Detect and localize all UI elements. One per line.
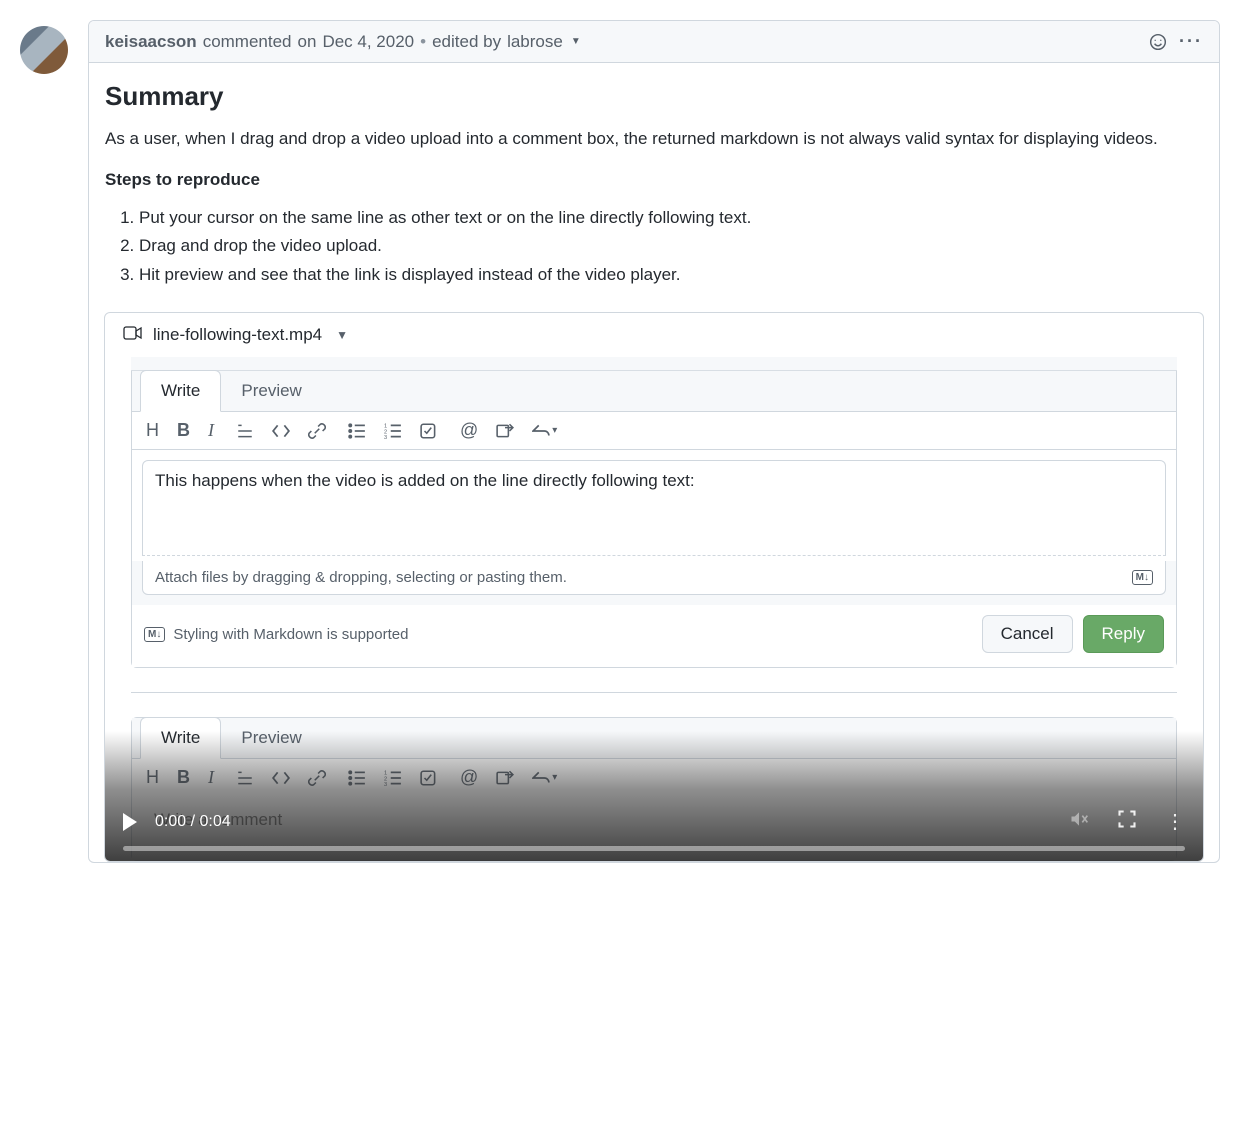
mute-icon[interactable]: [1069, 809, 1089, 834]
markdown-help-text: Styling with Markdown is supported: [173, 626, 408, 643]
steps-title: Steps to reproduce: [105, 170, 1203, 190]
comment-editor-1: Write Preview H B I: [131, 371, 1177, 668]
comment-header: keisaacson commented on Dec 4, 2020 • ed…: [89, 21, 1219, 63]
ol-tool[interactable]: 123: [384, 422, 402, 440]
code-tool[interactable]: [272, 422, 290, 440]
author-link[interactable]: keisaacson: [105, 32, 197, 52]
bold-tool[interactable]: B: [177, 420, 190, 441]
attachment-header[interactable]: line-following-text.mp4 ▼: [105, 313, 1203, 357]
video-time: 0:00 / 0:04: [155, 813, 231, 831]
markdown-badge-icon: M↓: [144, 627, 165, 642]
edited-dropdown-icon[interactable]: ▼: [571, 36, 581, 47]
video-more-icon[interactable]: ⋮: [1165, 809, 1185, 834]
tab-write[interactable]: Write: [140, 370, 221, 412]
play-icon[interactable]: [123, 813, 137, 831]
chevron-down-icon[interactable]: ▼: [336, 328, 348, 342]
editor-link[interactable]: labrose: [507, 32, 563, 52]
comment-body: Summary As a user, when I drag and drop …: [89, 63, 1219, 862]
step-item: Hit preview and see that the link is dis…: [139, 261, 1203, 290]
edited-prefix: edited by: [432, 32, 501, 52]
tab-preview[interactable]: Preview: [221, 371, 321, 411]
attach-bar[interactable]: Attach files by dragging & dropping, sel…: [142, 561, 1166, 595]
attachment-filename: line-following-text.mp4: [153, 325, 322, 345]
video-controls: 0:00 / 0:04 ⋮: [105, 731, 1203, 861]
quote-tool[interactable]: [236, 422, 254, 440]
step-item: Drag and drop the video upload.: [139, 232, 1203, 261]
steps-list: Put your cursor on the same line as othe…: [105, 204, 1203, 291]
summary-paragraph: As a user, when I drag and drop a video …: [105, 126, 1203, 152]
markdown-help[interactable]: M↓ Styling with Markdown is supported: [144, 626, 408, 643]
summary-heading: Summary: [105, 81, 1203, 112]
italic-tool[interactable]: I: [208, 420, 214, 441]
svg-text:3: 3: [384, 435, 387, 440]
kebab-menu-icon[interactable]: ···: [1179, 31, 1203, 52]
reference-tool[interactable]: [496, 422, 514, 440]
video-preview-area: Write Preview H B I: [105, 357, 1203, 861]
cancel-button[interactable]: Cancel: [982, 615, 1073, 653]
reply-button[interactable]: Reply: [1083, 615, 1164, 653]
avatar[interactable]: [20, 26, 68, 74]
editor-toolbar: H B I: [132, 412, 1176, 450]
emoji-reaction-button[interactable]: [1149, 33, 1167, 51]
step-item: Put your cursor on the same line as othe…: [139, 204, 1203, 233]
attach-hint: Attach files by dragging & dropping, sel…: [155, 569, 567, 586]
video-progress[interactable]: [123, 846, 1185, 851]
markdown-badge-icon[interactable]: M↓: [1132, 570, 1153, 585]
commented-label: commented: [203, 32, 292, 52]
divider: [131, 692, 1177, 693]
mention-tool[interactable]: @: [460, 420, 478, 441]
comment-date[interactable]: Dec 4, 2020: [322, 32, 414, 52]
heading-tool[interactable]: H: [146, 420, 159, 441]
fullscreen-icon[interactable]: [1117, 809, 1137, 834]
comment-textarea[interactable]: [142, 460, 1166, 556]
video-icon: [123, 325, 143, 345]
comment-container: keisaacson commented on Dec 4, 2020 • ed…: [88, 20, 1220, 863]
tasklist-tool[interactable]: [420, 422, 438, 440]
video-attachment: line-following-text.mp4 ▼ Write Preview: [104, 312, 1204, 862]
link-tool[interactable]: [308, 422, 326, 440]
reply-tool[interactable]: ▾: [532, 422, 557, 440]
separator: •: [420, 32, 426, 52]
ul-tool[interactable]: [348, 422, 366, 440]
date-prefix: on: [298, 32, 317, 52]
